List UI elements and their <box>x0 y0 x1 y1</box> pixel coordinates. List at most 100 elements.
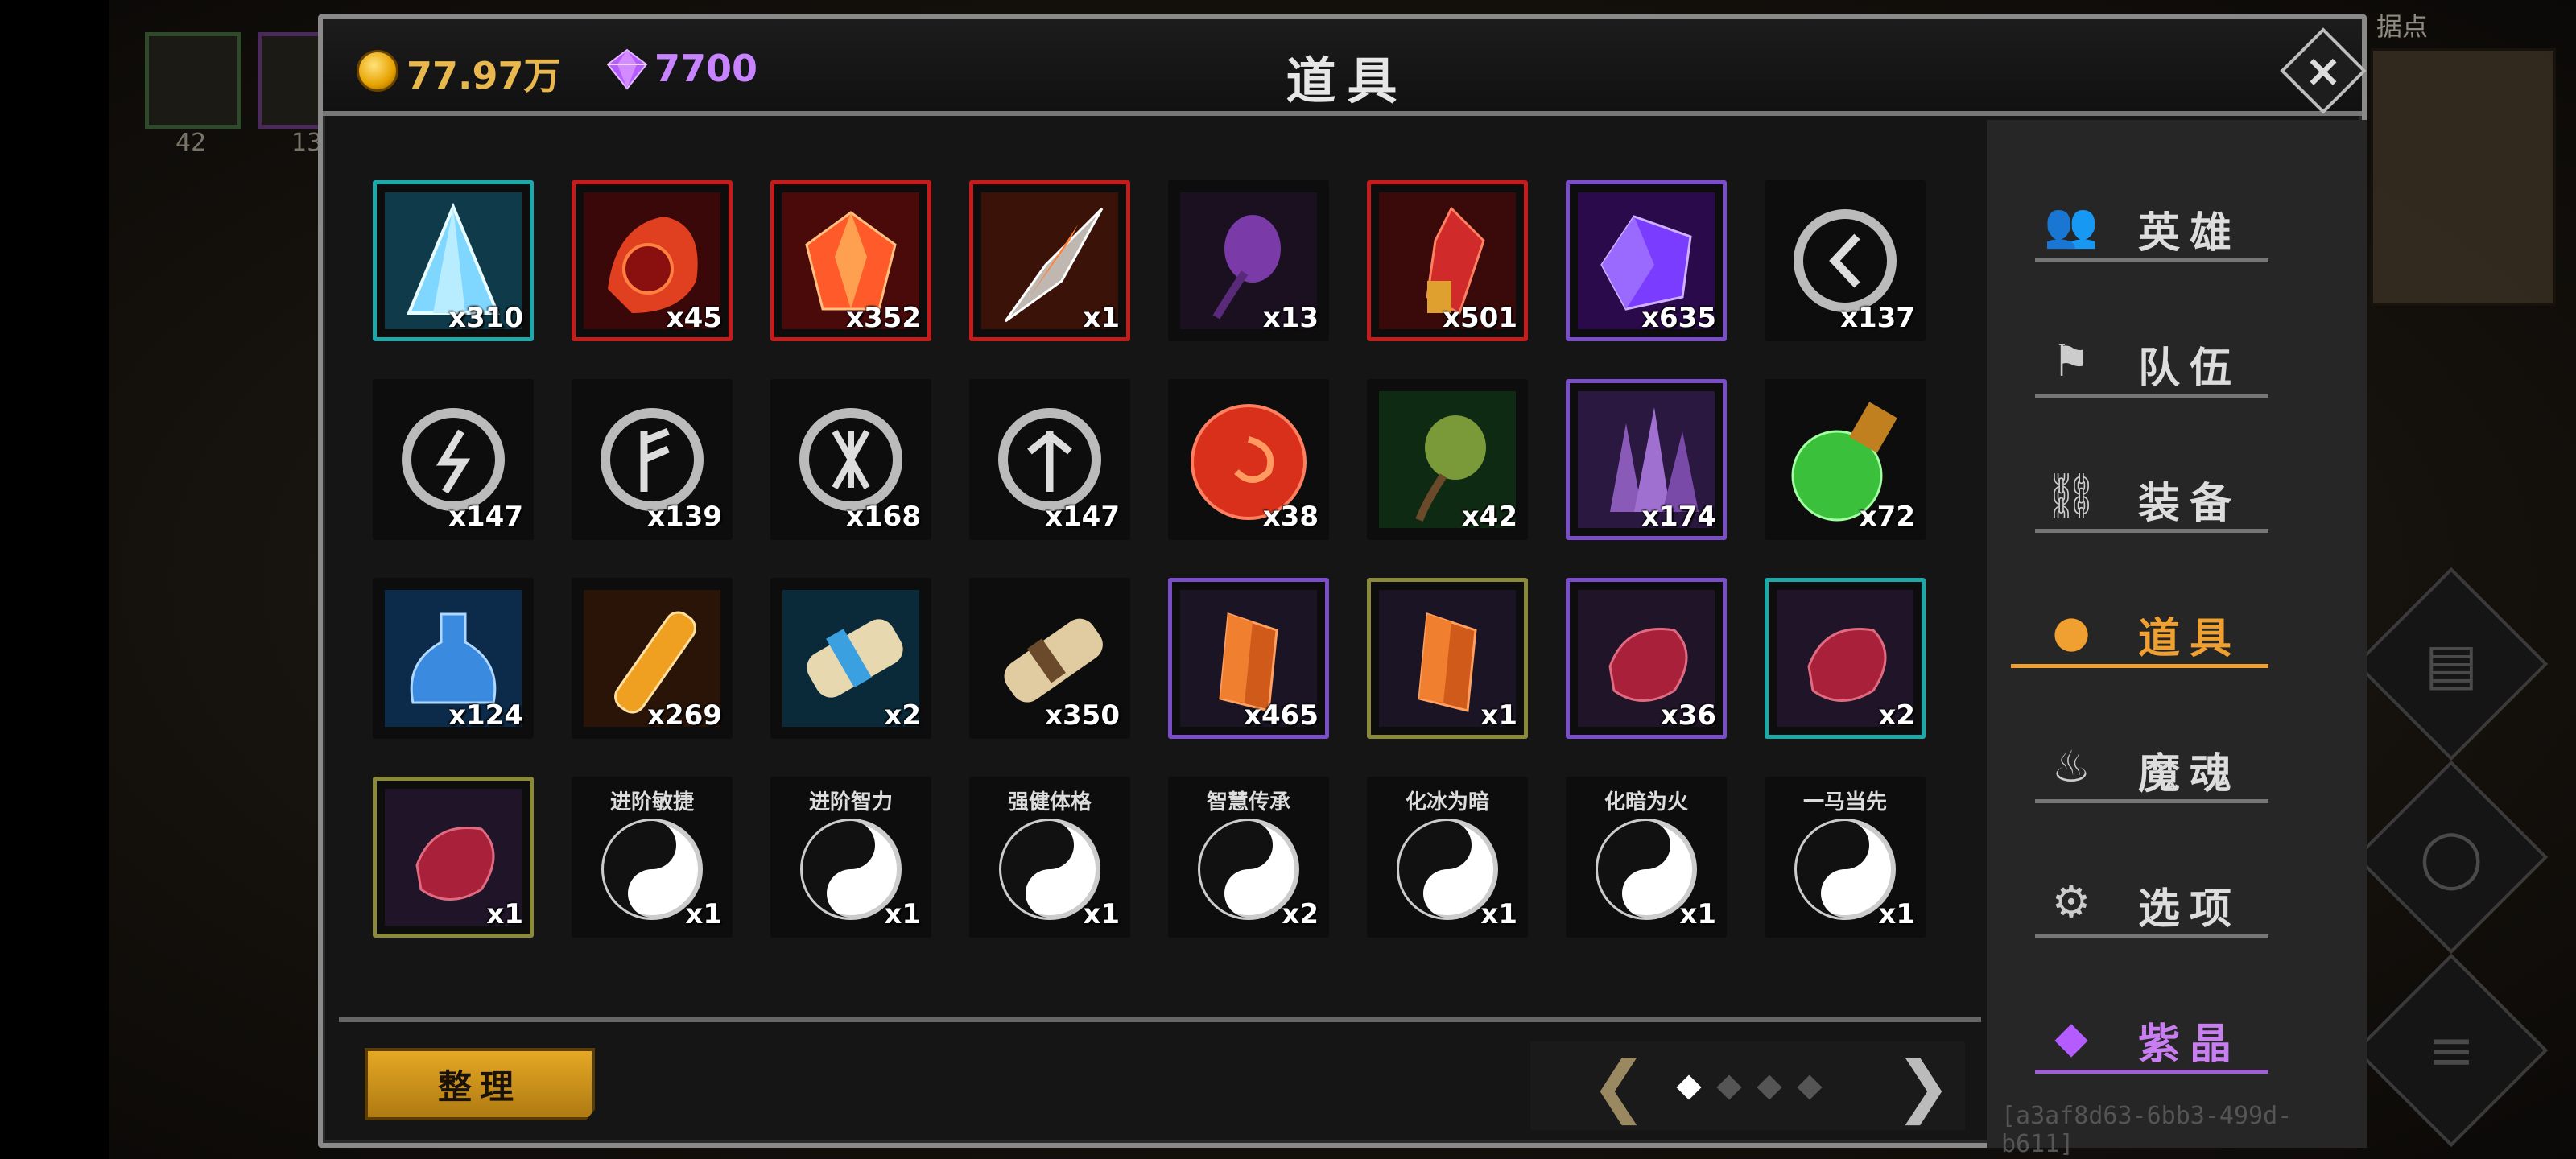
inventory-slot[interactable]: x124 <box>373 578 534 739</box>
item-quantity: x42 <box>1461 501 1517 533</box>
inventory-slot[interactable]: x269 <box>572 578 733 739</box>
inventory-slot[interactable]: x310 <box>373 180 534 341</box>
inventory-slot[interactable]: x137 <box>1765 180 1926 341</box>
tab-heroes[interactable]: 👥 英雄 <box>2035 183 2277 263</box>
inventory-slot[interactable]: x147 <box>969 379 1130 540</box>
inventory-slot[interactable]: 强健体格 x1 <box>969 777 1130 938</box>
item-quantity: x1 <box>1083 302 1120 334</box>
item-quantity: x1 <box>1480 898 1517 930</box>
tab-helmet[interactable]: ⛓ 装备 <box>2035 453 2277 534</box>
tab-underline <box>2035 799 2268 803</box>
tab-flag[interactable]: ⚑ 队伍 <box>2035 318 2277 398</box>
item-quantity: x38 <box>1262 501 1319 533</box>
item-quantity: x1 <box>486 898 523 930</box>
prev-page-button[interactable]: ❮ <box>1587 1046 1651 1125</box>
inventory-slot[interactable]: x635 <box>1566 180 1727 341</box>
page-title: 道具 <box>1286 52 1409 110</box>
item-quantity: x139 <box>647 501 722 533</box>
inventory-slot[interactable]: x168 <box>770 379 931 540</box>
inventory-slot[interactable]: x72 <box>1765 379 1926 540</box>
item-quantity: x36 <box>1660 699 1716 732</box>
tab-bag[interactable]: ● 道具 <box>2011 588 2277 669</box>
inventory-slot[interactable]: 进阶智力 x1 <box>770 777 931 938</box>
inventory-slot[interactable]: x13 <box>1168 180 1329 341</box>
item-label: 一马当先 <box>1802 790 1887 815</box>
item-quantity: x124 <box>448 699 523 732</box>
tab-flame[interactable]: ♨ 魔魂 <box>2035 724 2277 804</box>
inventory-slot[interactable]: x2 <box>770 578 931 739</box>
bag-icon: ● <box>2052 605 2091 657</box>
item-quantity: x465 <box>1244 699 1319 732</box>
page-dot <box>1716 1074 1742 1100</box>
item-quantity: x72 <box>1859 501 1915 533</box>
item-quantity: x1 <box>1480 699 1517 732</box>
session-id: [a3af8d63-6bb3-499d-b611] <box>2001 1102 2293 1158</box>
background-item-slot <box>145 32 242 129</box>
purple-gem-icon: ◆ <box>2054 1011 2088 1062</box>
item-quantity: x2 <box>1878 699 1915 732</box>
inventory-slot[interactable]: x501 <box>1367 180 1528 341</box>
tab-underline <box>2035 1070 2268 1074</box>
inventory-slot[interactable]: x42 <box>1367 379 1528 540</box>
inventory-slot[interactable]: x1 <box>969 180 1130 341</box>
inventory-slot[interactable]: x147 <box>373 379 534 540</box>
item-quantity: x1 <box>1878 898 1915 930</box>
item-label: 智慧传承 <box>1206 790 1290 815</box>
tab-gear[interactable]: ⚙ 选项 <box>2035 859 2277 939</box>
heroes-icon: 👥 <box>2044 200 2099 250</box>
inventory-panel: 77.97万 7700 道具 × x310 x45 x352 x1 x13 x501 x63… <box>318 14 2367 1158</box>
inventory-slot[interactable]: x465 <box>1168 578 1329 739</box>
inventory-slot[interactable]: x36 <box>1566 578 1727 739</box>
inventory-slot[interactable]: x38 <box>1168 379 1329 540</box>
item-quantity: x168 <box>846 501 921 533</box>
tab-purple-gem[interactable]: ◆ 紫晶 <box>2035 994 2277 1074</box>
stronghold-label: 据点 <box>2376 11 2429 42</box>
page-dot <box>1797 1074 1823 1100</box>
close-icon: × <box>2304 44 2343 97</box>
left-letterbox <box>0 0 109 1159</box>
item-quantity: x2 <box>884 699 921 732</box>
tab-label: 紫晶 <box>2138 1021 2242 1069</box>
minimap <box>2371 48 2556 306</box>
flame-icon: ♨ <box>2051 740 2091 792</box>
tab-underline <box>2011 664 2268 668</box>
inventory-slot[interactable]: 智慧传承 x2 <box>1168 777 1329 938</box>
inventory-slot[interactable]: 化冰为暗 x1 <box>1367 777 1528 938</box>
item-quantity: x1 <box>685 898 722 930</box>
inventory-slot[interactable]: 一马当先 x1 <box>1765 777 1926 938</box>
item-quantity: x310 <box>448 302 523 334</box>
inventory-slot[interactable]: 进阶敏捷 x1 <box>572 777 733 938</box>
item-quantity: x1 <box>1679 898 1716 930</box>
item-quantity: x635 <box>1641 302 1716 334</box>
inventory-slot[interactable]: x174 <box>1566 379 1727 540</box>
footer-divider <box>339 1017 1981 1022</box>
sort-button[interactable]: 整理 <box>365 1048 595 1120</box>
inventory-slot[interactable]: 化暗为火 x1 <box>1566 777 1727 938</box>
tab-underline <box>2035 394 2268 398</box>
item-label: 进阶智力 <box>808 790 893 815</box>
category-sidebar: 👥 英雄 ⚑ 队伍 ⛓ 装备 ● 道具 ♨ 魔魂 ⚙ 选项 ◆ 紫晶 <box>1987 120 2367 1148</box>
inventory-slot[interactable]: x350 <box>969 578 1130 739</box>
inventory-slot[interactable]: x1 <box>1367 578 1528 739</box>
tab-underline <box>2035 529 2268 533</box>
inventory-slot[interactable]: x2 <box>1765 578 1926 739</box>
inventory-slot[interactable]: x139 <box>572 379 733 540</box>
item-quantity: x137 <box>1840 302 1915 334</box>
item-quantity: x269 <box>647 699 722 732</box>
tab-underline <box>2035 934 2268 938</box>
tab-label: 选项 <box>2138 885 2242 934</box>
item-quantity: x2 <box>1282 898 1319 930</box>
inventory-slot[interactable]: x1 <box>373 777 534 938</box>
next-page-button[interactable]: ❯ <box>1891 1046 1955 1125</box>
inventory-slot[interactable]: x352 <box>770 180 931 341</box>
inventory-slot[interactable]: x45 <box>572 180 733 341</box>
tab-label: 魔魂 <box>2138 750 2242 798</box>
background-slot-count: 42 <box>175 129 207 157</box>
tab-label: 道具 <box>2138 615 2242 663</box>
item-label: 化冰为暗 <box>1405 790 1489 815</box>
tab-underline <box>2035 258 2268 262</box>
flag-icon: ⚑ <box>2051 335 2091 386</box>
potion-icon: ◯ <box>2419 824 2483 890</box>
page-dot-active <box>1676 1074 1702 1100</box>
item-quantity: x147 <box>1045 501 1120 533</box>
